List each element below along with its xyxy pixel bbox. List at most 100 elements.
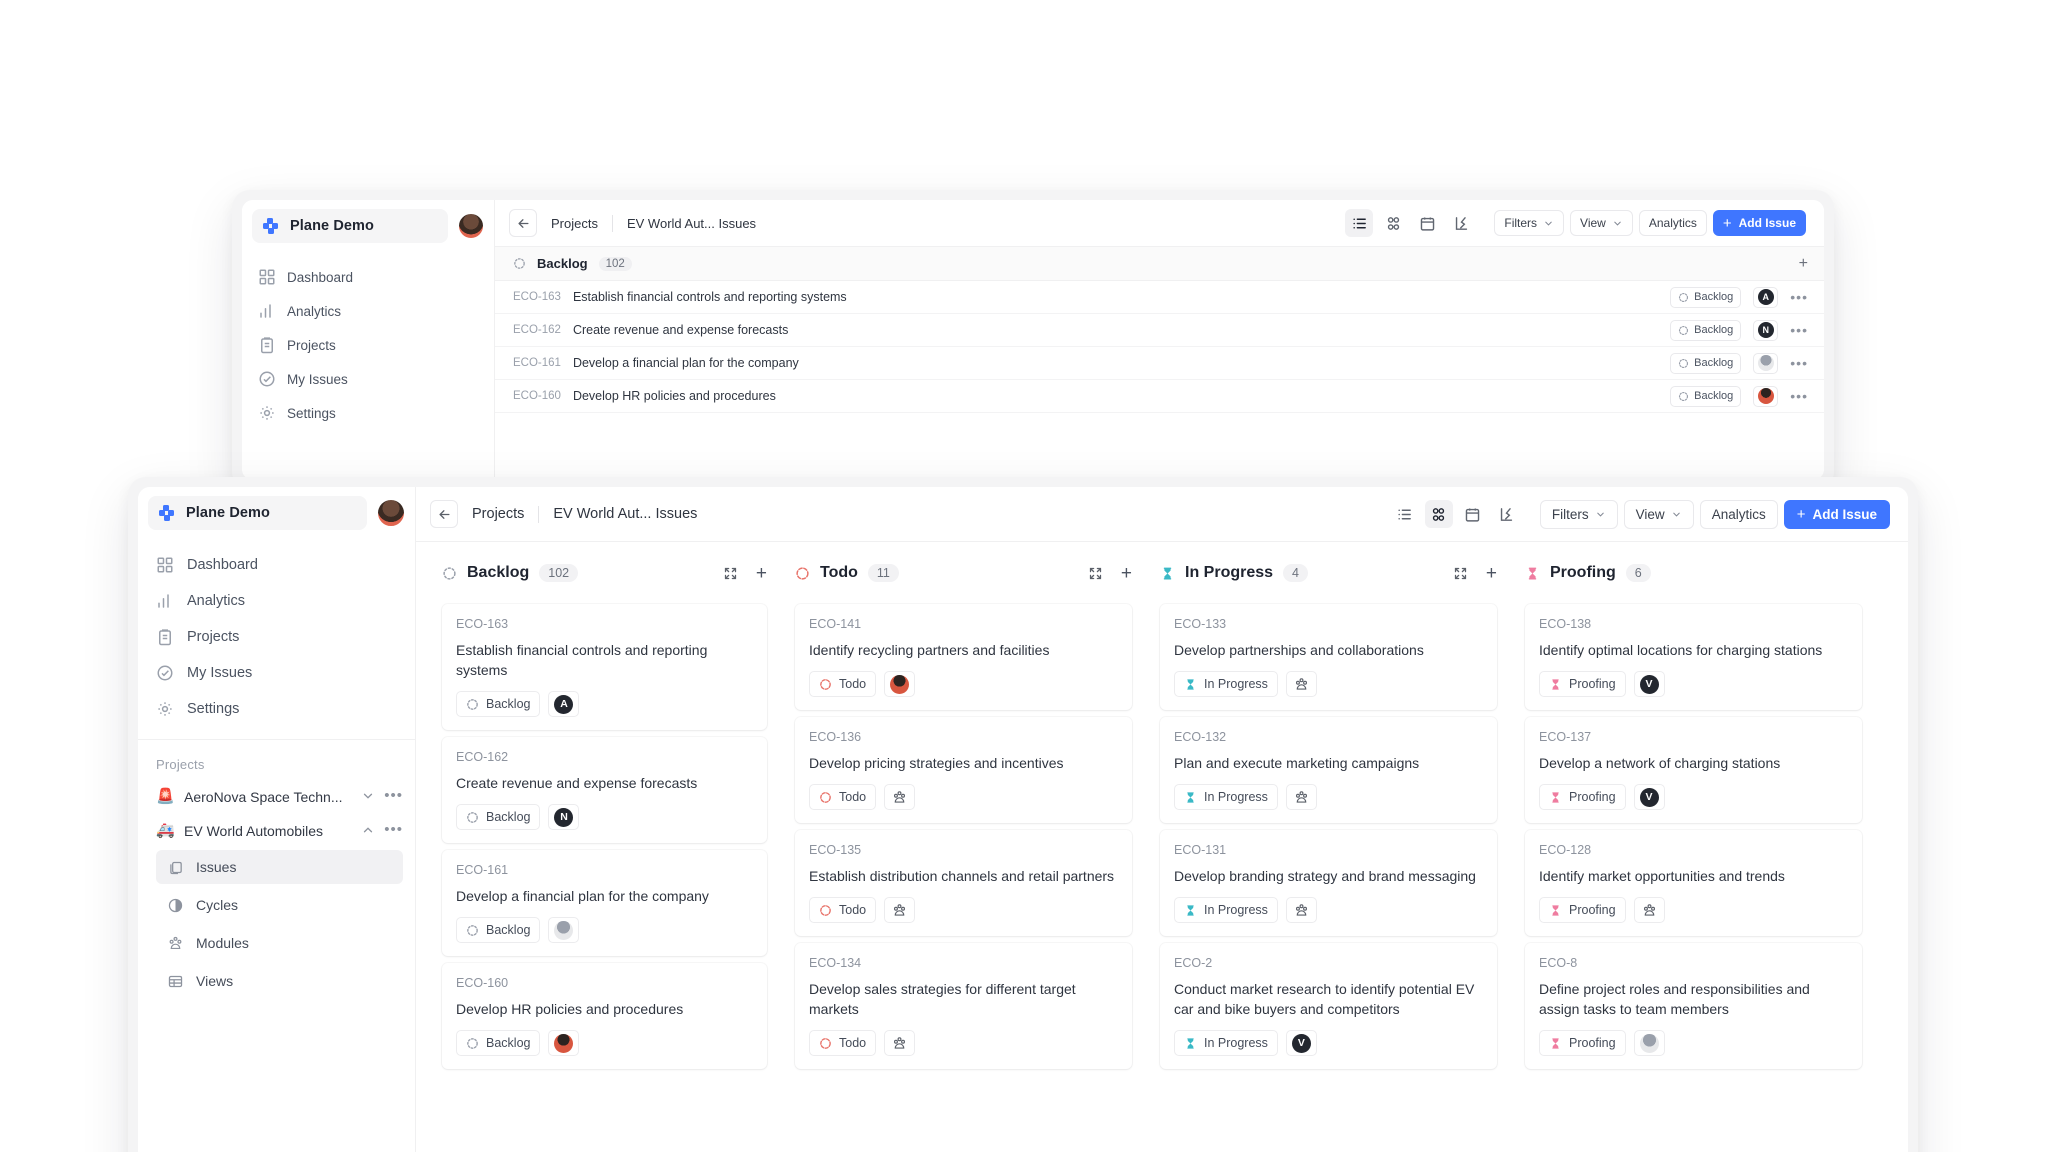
status-badge[interactable]: In Progress bbox=[1174, 897, 1278, 923]
view-button[interactable]: View bbox=[1623, 499, 1694, 529]
sidebar-item-views[interactable]: Views bbox=[156, 964, 403, 998]
sidebar-item-modules[interactable]: Modules bbox=[156, 926, 403, 960]
row-menu-icon[interactable]: ••• bbox=[1790, 323, 1808, 337]
filters-button[interactable]: Filters bbox=[1494, 210, 1565, 236]
issue-card[interactable]: ECO-132 Plan and execute marketing campa… bbox=[1160, 717, 1497, 823]
issue-card[interactable]: ECO-138 Identify optimal locations for c… bbox=[1525, 604, 1862, 710]
breadcrumb-projects[interactable]: Projects bbox=[551, 216, 598, 231]
calendar-view-icon[interactable] bbox=[1459, 500, 1487, 528]
sidebar-item-settings[interactable]: Settings bbox=[138, 691, 415, 727]
assignee-avatar[interactable] bbox=[1753, 352, 1779, 374]
list-view-icon[interactable] bbox=[1345, 209, 1374, 237]
assignee-avatar[interactable]: V bbox=[1633, 671, 1665, 697]
assignee-avatar[interactable] bbox=[1285, 784, 1317, 810]
status-badge[interactable]: Proofing bbox=[1539, 671, 1626, 697]
assignee-avatar[interactable] bbox=[548, 1030, 580, 1056]
project-item-ev-world[interactable]: 🚑 EV World Automobiles ••• bbox=[138, 814, 415, 848]
chevron-up-icon[interactable] bbox=[361, 823, 375, 837]
sidebar-item-projects[interactable]: Projects bbox=[138, 619, 415, 655]
assignee-avatar[interactable]: N bbox=[548, 804, 580, 830]
status-badge[interactable]: Proofing bbox=[1539, 1030, 1626, 1056]
assignee-avatar[interactable] bbox=[884, 1030, 916, 1056]
issue-card[interactable]: ECO-161 Develop a financial plan for the… bbox=[442, 850, 767, 956]
issue-card[interactable]: ECO-135 Establish distribution channels … bbox=[795, 830, 1132, 936]
status-badge[interactable]: Todo bbox=[809, 897, 877, 923]
assignee-avatar[interactable] bbox=[1633, 897, 1665, 923]
row-menu-icon[interactable]: ••• bbox=[1790, 389, 1808, 403]
status-badge[interactable]: In Progress bbox=[1174, 784, 1278, 810]
status-badge[interactable]: Backlog bbox=[1670, 352, 1742, 374]
issue-card[interactable]: ECO-160 Develop HR policies and procedur… bbox=[442, 963, 767, 1069]
sidebar-item-dashboard[interactable]: Dashboard bbox=[242, 260, 494, 294]
assignee-avatar[interactable] bbox=[884, 671, 916, 697]
table-row[interactable]: ECO-160 Develop HR policies and procedur… bbox=[495, 380, 1824, 413]
add-issue-button[interactable]: + Add Issue bbox=[1783, 499, 1890, 529]
project-item-aeronova[interactable]: 🚨 AeroNova Space Techn... ••• bbox=[138, 780, 415, 814]
issue-card[interactable]: ECO-133 Develop partnerships and collabo… bbox=[1160, 604, 1497, 710]
add-card-icon[interactable]: + bbox=[1486, 564, 1497, 583]
collapse-column-icon[interactable] bbox=[1453, 566, 1468, 581]
add-issue-inline-icon[interactable]: + bbox=[1799, 255, 1808, 272]
analytics-button[interactable]: Analytics bbox=[1638, 210, 1707, 236]
workspace-switcher[interactable]: Plane Demo bbox=[148, 496, 367, 530]
sidebar-item-my-issues[interactable]: My Issues bbox=[242, 362, 494, 396]
project-menu-icon[interactable]: ••• bbox=[384, 788, 403, 803]
issue-card[interactable]: ECO-2 Conduct market research to identif… bbox=[1160, 943, 1497, 1069]
issue-card[interactable]: ECO-137 Develop a network of charging st… bbox=[1525, 717, 1862, 823]
collapse-column-icon[interactable] bbox=[723, 566, 738, 581]
table-row[interactable]: ECO-163 Establish financial controls and… bbox=[495, 281, 1824, 314]
status-badge[interactable]: Backlog bbox=[456, 917, 541, 943]
issue-card[interactable]: ECO-163 Establish financial controls and… bbox=[442, 604, 767, 730]
status-badge[interactable]: Backlog bbox=[1670, 319, 1742, 341]
user-avatar[interactable] bbox=[377, 499, 405, 527]
status-badge[interactable]: Todo bbox=[809, 1030, 877, 1056]
assignee-avatar[interactable] bbox=[1285, 671, 1317, 697]
calendar-view-icon[interactable] bbox=[1413, 209, 1441, 237]
assignee-avatar[interactable] bbox=[548, 917, 580, 943]
add-card-icon[interactable]: + bbox=[1121, 564, 1132, 583]
view-button[interactable]: View bbox=[1570, 210, 1633, 236]
sidebar-item-issues[interactable]: Issues bbox=[156, 850, 403, 884]
assignee-avatar[interactable]: A bbox=[1753, 286, 1779, 308]
project-menu-icon[interactable]: ••• bbox=[384, 822, 403, 837]
assignee-avatar[interactable] bbox=[1753, 385, 1779, 407]
status-badge[interactable]: Backlog bbox=[456, 1030, 541, 1056]
sidebar-item-cycles[interactable]: Cycles bbox=[156, 888, 403, 922]
workspace-switcher[interactable]: Plane Demo bbox=[252, 209, 448, 243]
issue-card[interactable]: ECO-162 Create revenue and expense forec… bbox=[442, 737, 767, 843]
issue-card[interactable]: ECO-136 Develop pricing strategies and i… bbox=[795, 717, 1132, 823]
assignee-avatar[interactable]: A bbox=[548, 691, 580, 717]
breadcrumb-current[interactable]: EV World Aut... Issues bbox=[553, 506, 697, 522]
status-badge[interactable]: Todo bbox=[809, 671, 877, 697]
status-badge[interactable]: Backlog bbox=[456, 804, 541, 830]
assignee-avatar[interactable] bbox=[1285, 897, 1317, 923]
back-button[interactable] bbox=[430, 500, 458, 528]
sidebar-item-settings[interactable]: Settings bbox=[242, 396, 494, 430]
sidebar-item-my-issues[interactable]: My Issues bbox=[138, 655, 415, 691]
sidebar-item-analytics[interactable]: Analytics bbox=[242, 294, 494, 328]
sidebar-item-dashboard[interactable]: Dashboard bbox=[138, 547, 415, 583]
spreadsheet-view-icon[interactable] bbox=[1493, 500, 1521, 528]
row-menu-icon[interactable]: ••• bbox=[1790, 356, 1808, 370]
issue-card[interactable]: ECO-8 Define project roles and responsib… bbox=[1525, 943, 1862, 1069]
table-row[interactable]: ECO-161 Develop a financial plan for the… bbox=[495, 347, 1824, 380]
sidebar-item-analytics[interactable]: Analytics bbox=[138, 583, 415, 619]
status-badge[interactable]: In Progress bbox=[1174, 671, 1278, 697]
status-badge[interactable]: Backlog bbox=[1670, 286, 1742, 308]
assignee-avatar[interactable] bbox=[884, 784, 916, 810]
status-badge[interactable]: Proofing bbox=[1539, 784, 1626, 810]
board-view-icon[interactable] bbox=[1424, 500, 1453, 528]
user-avatar[interactable] bbox=[458, 213, 484, 239]
table-row[interactable]: ECO-162 Create revenue and expense forec… bbox=[495, 314, 1824, 347]
status-badge[interactable]: Todo bbox=[809, 784, 877, 810]
issue-card[interactable]: ECO-131 Develop branding strategy and br… bbox=[1160, 830, 1497, 936]
issue-card[interactable]: ECO-134 Develop sales strategies for dif… bbox=[795, 943, 1132, 1069]
breadcrumb-projects[interactable]: Projects bbox=[472, 506, 524, 522]
sidebar-item-projects[interactable]: Projects bbox=[242, 328, 494, 362]
collapse-column-icon[interactable] bbox=[1088, 566, 1103, 581]
chevron-down-icon[interactable] bbox=[361, 789, 375, 803]
assignee-avatar[interactable]: N bbox=[1753, 319, 1779, 341]
list-view-icon[interactable] bbox=[1391, 500, 1419, 528]
back-button[interactable] bbox=[509, 209, 537, 237]
assignee-avatar[interactable] bbox=[884, 897, 916, 923]
